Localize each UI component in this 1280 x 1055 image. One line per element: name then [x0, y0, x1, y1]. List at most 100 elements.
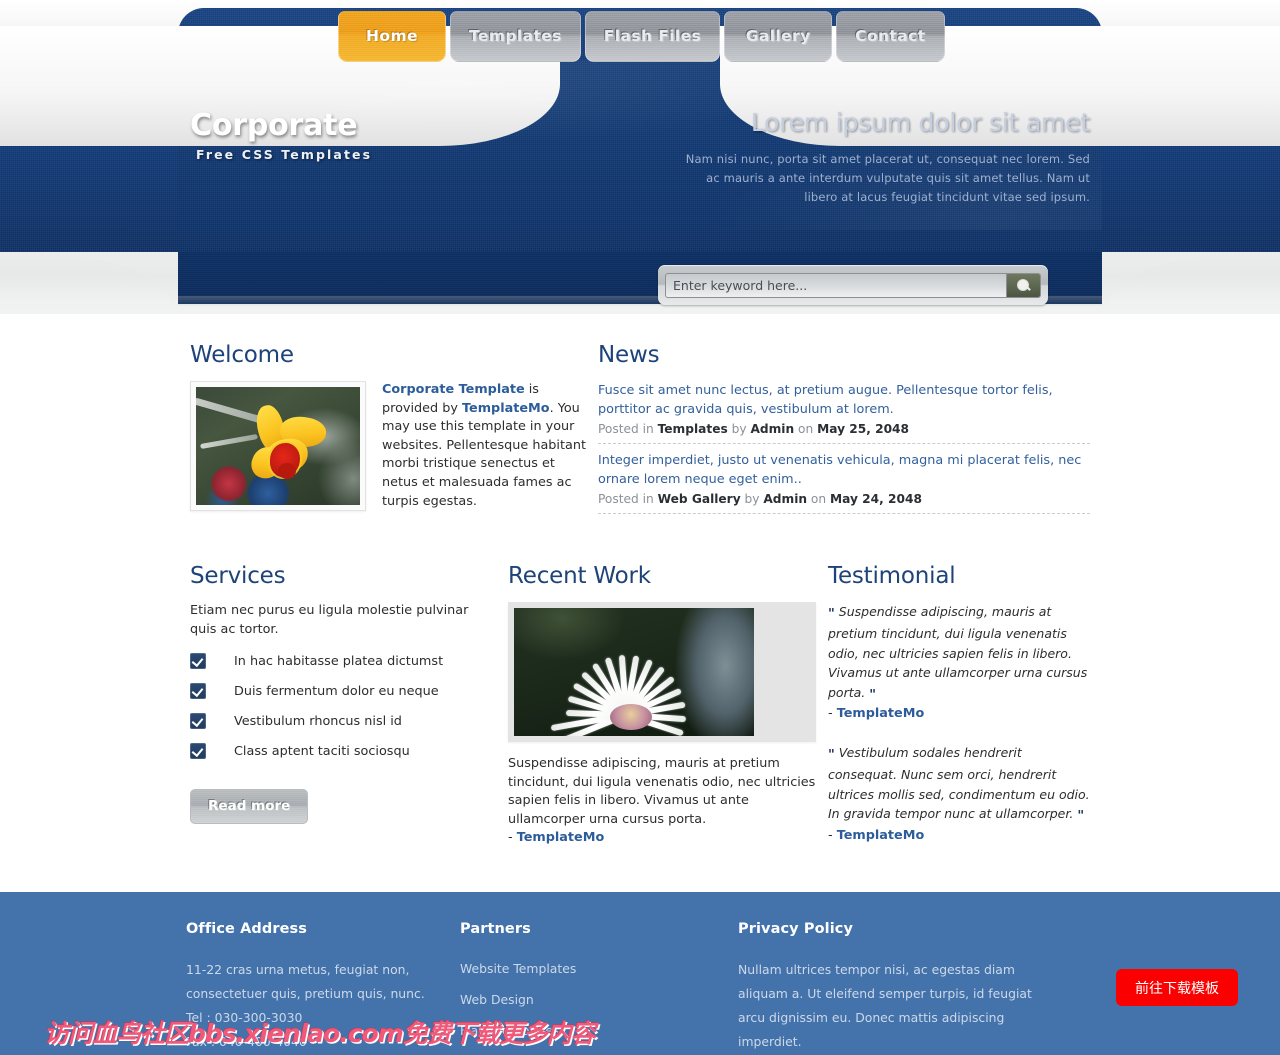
nav-item-label: Home — [366, 27, 418, 45]
nav-item-templates[interactable]: Templates — [450, 11, 581, 62]
news-section: News Fusce sit amet nunc lectus, at pret… — [586, 342, 1090, 521]
testimonial-heading: Testimonial — [828, 563, 956, 589]
templatemo-link[interactable]: TemplateMo — [517, 830, 605, 845]
checkmark-icon — [190, 653, 206, 670]
footer-partners-column: Partners Website Templates Web Design Fl… — [460, 921, 738, 1055]
banner-paragraph: Nam nisi nunc, porta sit amet placerat u… — [685, 152, 1090, 204]
recent-work-heading: Recent Work — [508, 563, 651, 589]
services-intro: Etiam nec purus eu ligula molestie pulvi… — [190, 603, 469, 637]
main-navigation: Home Templates Flash Files Gallery Conta… — [338, 11, 945, 62]
news-item-meta: Posted in Templates by Admin on May 25, … — [598, 422, 1090, 436]
news-item-meta: Posted in Web Gallery by Admin on May 24… — [598, 492, 1090, 506]
templatemo-link[interactable]: TemplateMo — [462, 401, 550, 416]
quote-open-icon: " — [828, 748, 835, 764]
welcome-text-2: . You may use this template in your webs… — [382, 400, 586, 509]
nav-item-gallery[interactable]: Gallery — [724, 11, 833, 62]
list-item[interactable]: In hac habitasse platea dictumst — [190, 653, 496, 670]
address-line-2: consectetuer quis, pretium quis, nunc. — [186, 986, 425, 1001]
banner-heading: Lorem ipsum dolor sit amet — [750, 108, 1090, 137]
footer-privacy-column: Privacy Policy Nullam ultrices tempor ni… — [738, 921, 1038, 1055]
list-item: Premium Templates — [460, 1051, 738, 1055]
recent-work-section: Recent Work Suspendisse adipiscing, maur… — [496, 563, 816, 865]
recent-work-text: Suspendisse adipiscing, mauris at pretiu… — [508, 756, 816, 827]
nav-item-label: Flash Files — [603, 27, 702, 45]
list-item-label: Class aptent taciti sociosqu — [234, 743, 410, 759]
testimonial-quote: " Suspendisse adipiscing, mauris at pret… — [828, 602, 1090, 705]
news-meta-by: by — [727, 422, 751, 436]
partner-link-flash-templates[interactable]: Flash Templates — [460, 1023, 559, 1038]
testimonial-attribution: - TemplateMo — [828, 828, 1090, 843]
list-item-label: Vestibulum rhoncus nisl id — [234, 713, 402, 729]
services-list: In hac habitasse platea dictumst Duis fe… — [190, 653, 496, 760]
news-item-title[interactable]: Integer imperdiet, justo ut venenatis ve… — [598, 451, 1090, 489]
testimonial-item: " Suspendisse adipiscing, mauris at pret… — [828, 602, 1090, 721]
news-date: May 24, 2048 — [830, 492, 922, 506]
brand-title: Corporate — [190, 108, 358, 143]
footer-partners-heading: Partners — [460, 921, 531, 937]
checkmark-icon — [190, 713, 206, 730]
welcome-section: Welcome Corporate Template is provided b… — [178, 342, 586, 521]
footer-office-column: Office Address 11-22 cras urna metus, fe… — [178, 921, 460, 1055]
list-item-label: Duis fermentum dolor eu neque — [234, 683, 439, 699]
news-date: May 25, 2048 — [817, 422, 910, 436]
nav-item-contact[interactable]: Contact — [836, 11, 945, 62]
orchid-photo — [196, 387, 360, 505]
news-meta-prefix: Posted in — [598, 492, 658, 506]
search-button[interactable] — [1006, 273, 1040, 297]
list-item-label: In hac habitasse platea dictumst — [234, 653, 444, 669]
news-item-title[interactable]: Fusce sit amet nunc lectus, at pretium a… — [598, 381, 1090, 419]
recent-work-attribution: - TemplateMo — [508, 830, 816, 845]
brand-logo[interactable]: Corporate Free CSS Templates — [190, 108, 372, 162]
news-author[interactable]: Admin — [763, 492, 807, 506]
news-meta-prefix: Posted in — [598, 422, 658, 436]
testimonial-text: Vestibulum sodales hendrerit consequat. … — [828, 745, 1090, 822]
attribution-dash: - — [828, 827, 837, 843]
welcome-thumbnail[interactable] — [190, 381, 366, 512]
list-item[interactable]: Class aptent taciti sociosqu — [190, 743, 496, 760]
news-item: Fusce sit amet nunc lectus, at pretium a… — [598, 381, 1090, 444]
testimonial-item: " Vestibulum sodales hendrerit consequat… — [828, 743, 1090, 843]
templatemo-link[interactable]: TemplateMo — [837, 828, 925, 843]
corporate-template-link[interactable]: Corporate Template — [382, 382, 525, 397]
list-item: Flash Templates — [460, 1020, 738, 1039]
news-meta-on: on — [794, 422, 818, 436]
recent-work-thumbnail[interactable] — [508, 602, 816, 742]
page-root: Home Templates Flash Files Gallery Conta… — [0, 0, 1280, 1055]
search-field-wrap — [665, 272, 1041, 298]
search-input[interactable] — [666, 273, 1006, 297]
templatemo-link[interactable]: TemplateMo — [837, 706, 925, 721]
testimonial-quote: " Vestibulum sodales hendrerit consequat… — [828, 743, 1090, 827]
list-item[interactable]: Duis fermentum dolor eu neque — [190, 683, 496, 700]
footer-office-heading: Office Address — [186, 921, 308, 937]
nav-item-home[interactable]: Home — [338, 11, 446, 62]
news-category[interactable]: Templates — [658, 422, 728, 436]
testimonial-attribution: - TemplateMo — [828, 706, 1090, 721]
partner-link-web-design[interactable]: Web Design — [460, 992, 534, 1007]
attribution-dash: - — [828, 706, 837, 722]
news-heading: News — [598, 342, 660, 368]
checkmark-icon — [190, 683, 206, 700]
search-icon — [1017, 278, 1030, 292]
news-author[interactable]: Admin — [750, 422, 794, 436]
read-more-button[interactable]: Read more — [190, 789, 309, 825]
news-category[interactable]: Web Gallery — [658, 492, 741, 506]
news-meta-by: by — [740, 492, 764, 506]
address-line-1: 11-22 cras urna metus, feugiat non, — [186, 962, 410, 977]
services-section: Services Etiam nec purus eu ligula moles… — [178, 563, 496, 865]
nav-item-flash-files[interactable]: Flash Files — [584, 11, 721, 62]
nav-item-label: Gallery — [745, 27, 811, 45]
news-item: Integer imperdiet, justo ut venenatis ve… — [598, 451, 1090, 514]
welcome-paragraph: Corporate Template is provided by Templa… — [382, 381, 586, 511]
banner-text-block: Lorem ipsum dolor sit amet Nam nisi nunc… — [680, 108, 1091, 207]
testimonial-section: Testimonial " Suspendisse adipiscing, ma… — [816, 563, 1090, 865]
chrysanthemum-photo — [514, 608, 754, 736]
content-row-top: Welcome Corporate Template is provided b… — [178, 342, 1102, 521]
partner-link-website-templates[interactable]: Website Templates — [460, 961, 576, 976]
search-form — [658, 265, 1048, 305]
attribution-dash: - — [508, 830, 517, 846]
fax-line: Fax : 040-400-4040 — [186, 1034, 307, 1049]
main-content: Welcome Corporate Template is provided b… — [0, 314, 1280, 892]
footer-privacy-text: Nullam ultrices tempor nisi, ac egestas … — [738, 962, 1032, 1049]
list-item[interactable]: Vestibulum rhoncus nisl id — [190, 713, 496, 730]
download-template-button[interactable]: 前往下载模板 — [1116, 969, 1238, 1006]
